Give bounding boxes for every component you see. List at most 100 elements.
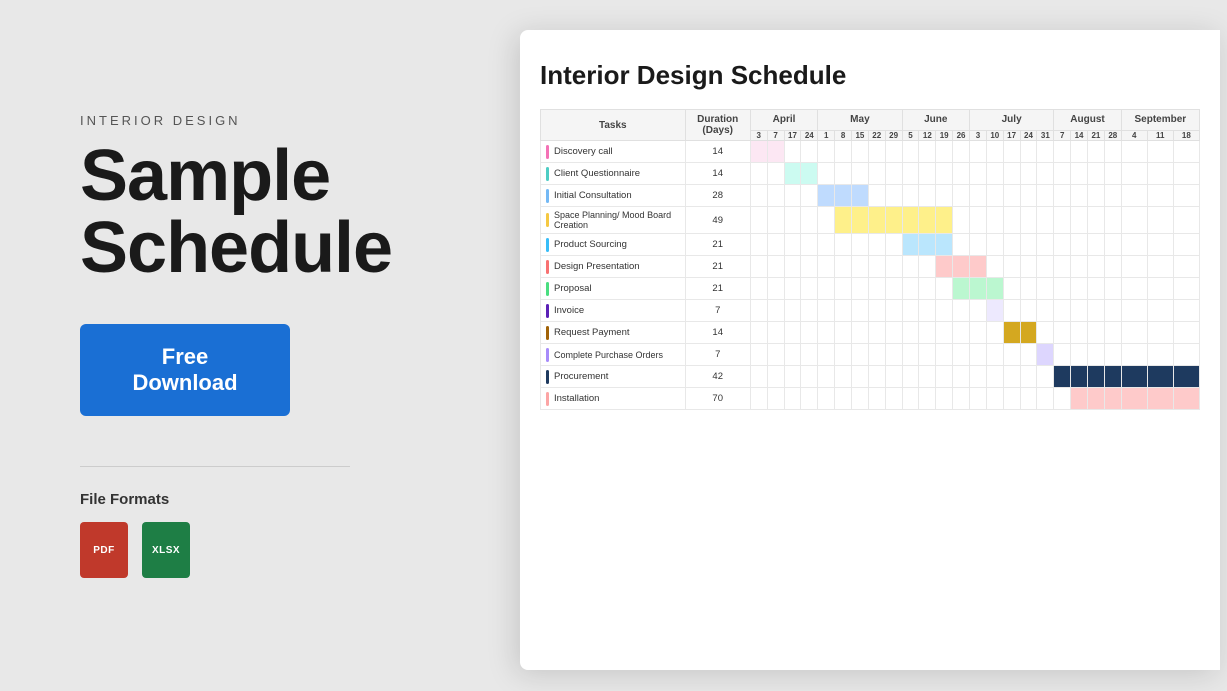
gc-5-15 [986, 234, 1003, 256]
gc-11-10 [902, 366, 919, 388]
gc-3-15 [986, 185, 1003, 207]
duration-11: 42 [685, 366, 750, 388]
day-5: 5 [902, 130, 919, 140]
gc-5-8 [868, 234, 885, 256]
gc-11-17 [1020, 366, 1037, 388]
gc-10-8 [868, 344, 885, 366]
gc-2-25 [1173, 163, 1199, 185]
gc-6-6 [835, 256, 852, 278]
gc-7-10 [902, 278, 919, 300]
gc-6-25 [1173, 256, 1199, 278]
gc-1-23 [1121, 141, 1147, 163]
gc-12-6 [835, 388, 852, 410]
gc-3-22 [1104, 185, 1121, 207]
day-11: 11 [1147, 130, 1173, 140]
gc-2-21 [1088, 163, 1105, 185]
gc-3-19 [1054, 185, 1071, 207]
gc-2-20 [1071, 163, 1088, 185]
gc-5-2 [767, 234, 784, 256]
gc-1-21 [1088, 141, 1105, 163]
gc-10-17 [1020, 344, 1037, 366]
day-1: 1 [818, 130, 835, 140]
gc-11-25 [1173, 366, 1199, 388]
gc-6-2 [767, 256, 784, 278]
gc-4-12 [936, 207, 953, 234]
gc-11-22 [1104, 366, 1121, 388]
duration-3: 28 [685, 185, 750, 207]
gc-12-13 [953, 388, 970, 410]
gc-1-3 [784, 141, 801, 163]
col-tasks: Tasks [541, 110, 686, 141]
gc-4-5 [818, 207, 835, 234]
gc-3-17 [1020, 185, 1037, 207]
gc-6-7 [851, 256, 868, 278]
gc-1-20 [1071, 141, 1088, 163]
gc-5-24 [1147, 234, 1173, 256]
gc-4-18 [1037, 207, 1054, 234]
gc-11-18 [1037, 366, 1054, 388]
gc-11-12 [936, 366, 953, 388]
gc-9-17 [1020, 322, 1037, 344]
gc-5-22 [1104, 234, 1121, 256]
gc-2-4 [801, 163, 818, 185]
gc-1-19 [1054, 141, 1071, 163]
gc-1-9 [885, 141, 902, 163]
gc-10-25 [1173, 344, 1199, 366]
gc-4-8 [868, 207, 885, 234]
gc-6-4 [801, 256, 818, 278]
gc-3-8 [868, 185, 885, 207]
gc-6-19 [1054, 256, 1071, 278]
gc-2-17 [1020, 163, 1037, 185]
duration-2: 14 [685, 163, 750, 185]
xlsx-label: XLSX [152, 545, 180, 556]
day-12: 12 [919, 130, 936, 140]
gc-7-9 [885, 278, 902, 300]
gc-12-20 [1071, 388, 1088, 410]
day-26: 26 [953, 130, 970, 140]
file-formats-label: File Formats [80, 491, 440, 508]
gc-6-18 [1037, 256, 1054, 278]
main-title: Sample Schedule [80, 140, 440, 284]
gc-1-4 [801, 141, 818, 163]
gc-6-8 [868, 256, 885, 278]
gc-7-17 [1020, 278, 1037, 300]
gc-12-4 [801, 388, 818, 410]
gc-9-25 [1173, 322, 1199, 344]
table-row: Invoice 7 [541, 300, 1200, 322]
gc-4-24 [1147, 207, 1173, 234]
gc-3-5 [818, 185, 835, 207]
table-row: Complete Purchase Orders 7 [541, 344, 1200, 366]
gc-2-3 [784, 163, 801, 185]
day-10: 10 [986, 130, 1003, 140]
gc-12-5 [818, 388, 835, 410]
table-row: Installation 70 [541, 388, 1200, 410]
gc-2-19 [1054, 163, 1071, 185]
gc-3-1 [750, 185, 767, 207]
gc-11-4 [801, 366, 818, 388]
gc-10-16 [1003, 344, 1020, 366]
gc-4-3 [784, 207, 801, 234]
gc-10-15 [986, 344, 1003, 366]
gc-8-24 [1147, 300, 1173, 322]
gc-12-22 [1104, 388, 1121, 410]
gc-2-15 [986, 163, 1003, 185]
gc-3-2 [767, 185, 784, 207]
task-label-11: Procurement [541, 366, 686, 388]
gc-12-3 [784, 388, 801, 410]
gc-2-1 [750, 163, 767, 185]
duration-1: 14 [685, 141, 750, 163]
gc-7-4 [801, 278, 818, 300]
chart-container: Interior Design Schedule Tasks Duration(… [520, 30, 1220, 670]
day-21: 21 [1088, 130, 1105, 140]
day-18: 18 [1173, 130, 1199, 140]
gc-6-10 [902, 256, 919, 278]
gc-5-25 [1173, 234, 1199, 256]
table-row: Procurement 42 [541, 366, 1200, 388]
gc-12-1 [750, 388, 767, 410]
download-button[interactable]: Free Download [80, 324, 290, 416]
gc-8-6 [835, 300, 852, 322]
gc-10-23 [1121, 344, 1147, 366]
gc-5-3 [784, 234, 801, 256]
task-label-5: Product Sourcing [541, 234, 686, 256]
gc-6-15 [986, 256, 1003, 278]
